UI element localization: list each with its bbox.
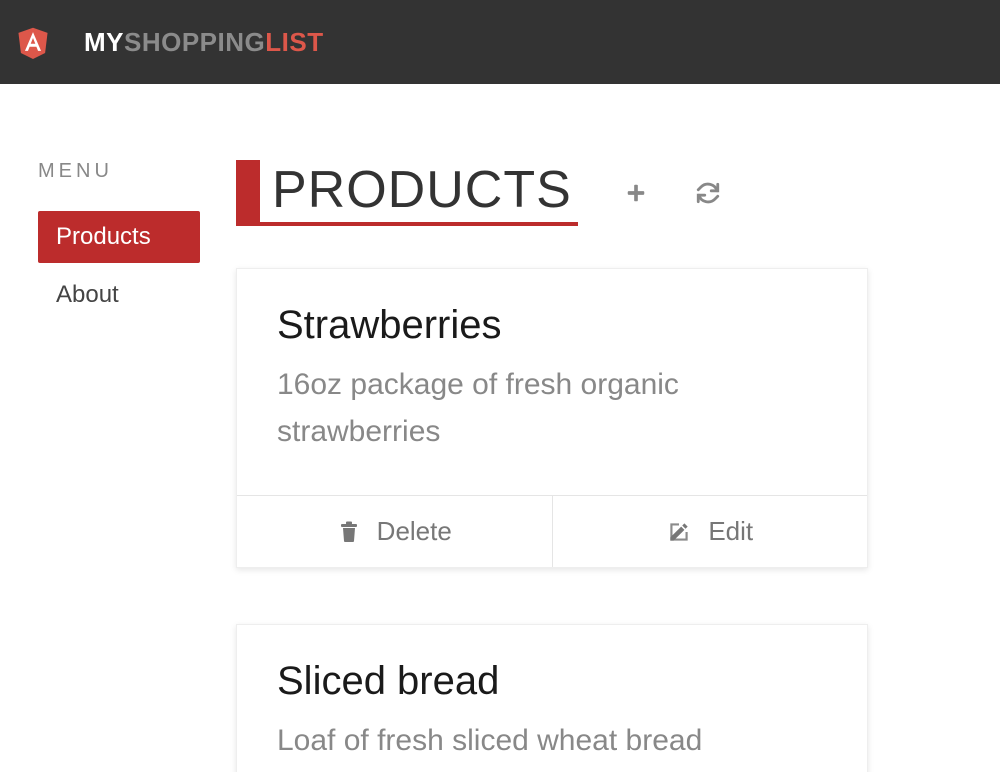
sidebar-item-label: About [56, 281, 119, 308]
page-title-block: PRODUCTS [236, 160, 578, 226]
main-content: PRODUCTS [200, 160, 1000, 772]
title-accent-bar [236, 160, 260, 222]
page-title: PRODUCTS [272, 160, 578, 222]
page-header: PRODUCTS [236, 160, 960, 226]
product-card: Sliced bread Loaf of fresh sliced wheat … [236, 624, 868, 772]
product-description: 16oz package of fresh organic strawberri… [277, 362, 827, 455]
delete-button[interactable]: Delete [237, 496, 552, 567]
edit-icon [666, 519, 692, 545]
product-card: Strawberries 16oz package of fresh organ… [236, 268, 868, 568]
sidebar-item-label: Products [56, 223, 151, 250]
brand-part-1: MY [84, 27, 124, 57]
brand-part-3: LIST [265, 27, 323, 57]
product-description: Loaf of fresh sliced wheat bread [277, 718, 827, 765]
edit-button[interactable]: Edit [552, 496, 868, 567]
refresh-button[interactable] [694, 179, 722, 207]
product-name: Sliced bread [277, 659, 827, 704]
add-product-button[interactable] [622, 179, 650, 207]
plus-icon [625, 182, 647, 204]
angular-logo-icon [16, 24, 50, 60]
sidebar: MENU Products About [0, 160, 200, 772]
product-card-body: Strawberries 16oz package of fresh organ… [237, 269, 867, 495]
product-card-actions: Delete Edit [237, 495, 867, 567]
trash-icon [337, 519, 361, 545]
brand-part-2: SHOPPING [124, 27, 265, 57]
edit-label: Edit [708, 516, 753, 547]
sidebar-item-about[interactable]: About [38, 269, 200, 321]
sidebar-item-products[interactable]: Products [38, 211, 200, 263]
delete-label: Delete [377, 516, 452, 547]
sidebar-heading: MENU [38, 160, 200, 183]
product-card-body: Sliced bread Loaf of fresh sliced wheat … [237, 625, 867, 772]
app-header: MYSHOPPINGLIST [0, 0, 1000, 84]
product-name: Strawberries [277, 303, 827, 348]
app-brand: MYSHOPPINGLIST [84, 27, 324, 58]
refresh-icon [695, 180, 721, 206]
page-header-actions [622, 179, 722, 207]
